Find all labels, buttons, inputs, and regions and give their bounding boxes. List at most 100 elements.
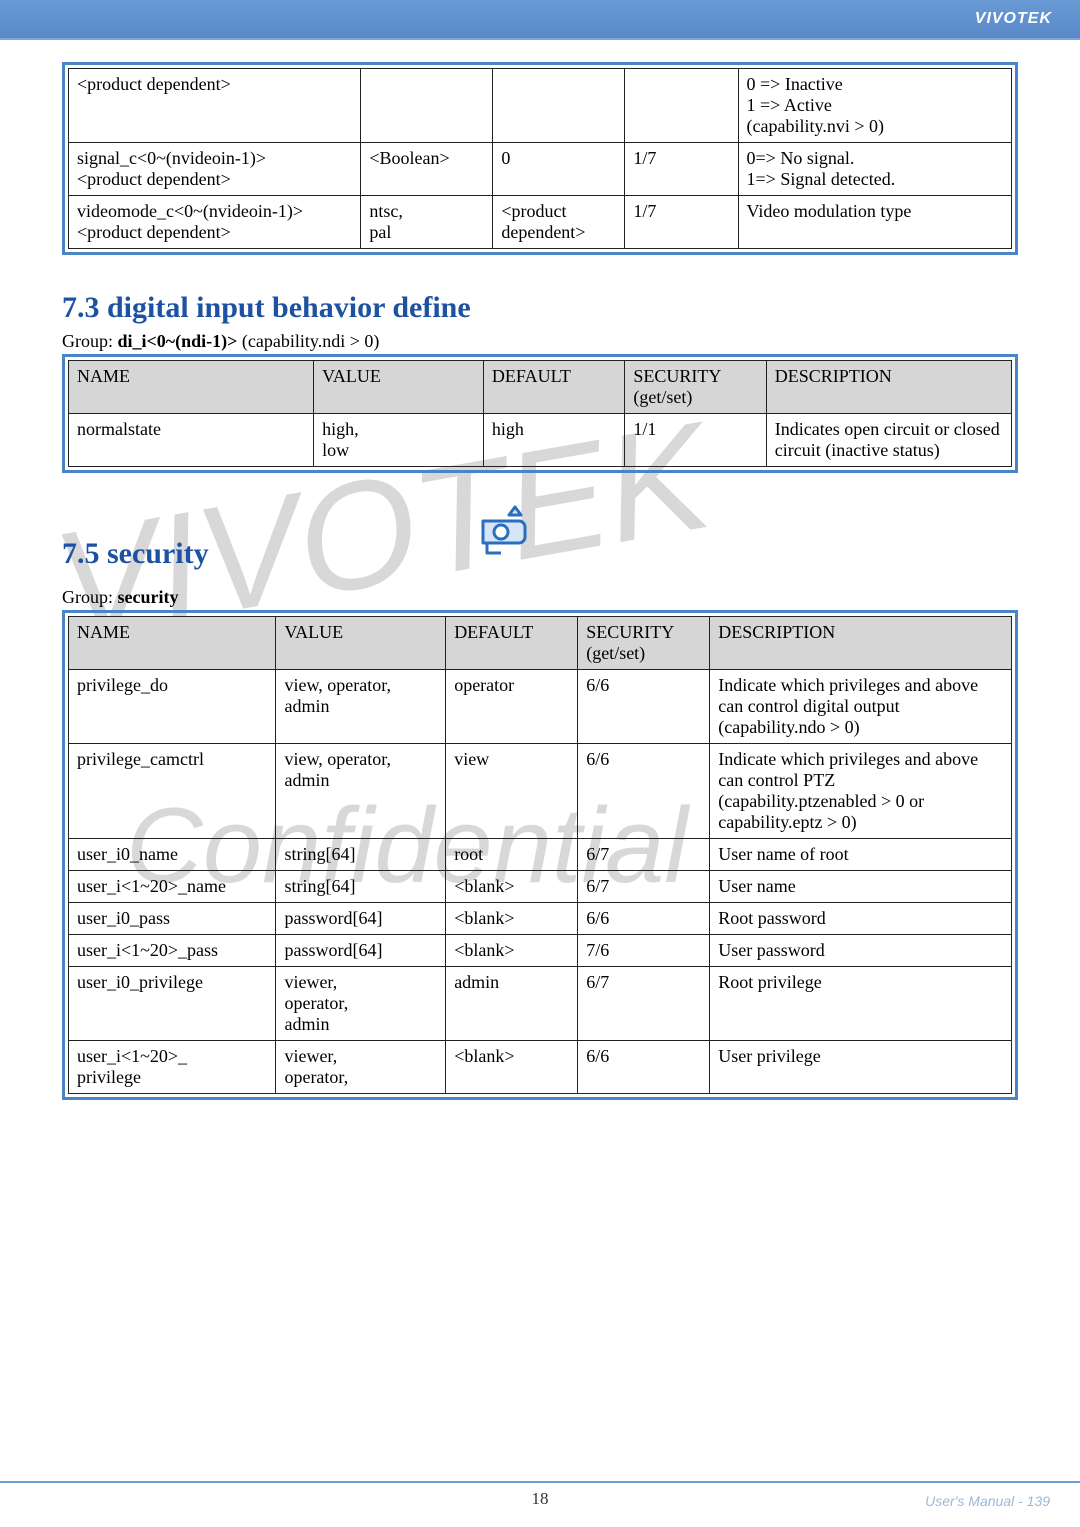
cell <box>493 69 625 143</box>
footer: 18 User's Manual - 139 <box>0 1481 1080 1521</box>
cell: <blank> <box>446 871 578 903</box>
page: VIVOTEK VIVOTEK Confidential <product de… <box>0 0 1080 1527</box>
section-7-5-title: 7.5 security <box>62 537 209 571</box>
table-row: normalstate high, low high 1/1 Indicates… <box>69 414 1012 467</box>
cell: 0 => Inactive 1 => Active (capability.nv… <box>738 69 1011 143</box>
cell: 6/7 <box>578 871 710 903</box>
col-name: NAME <box>69 361 314 414</box>
table-row: user_i0_name string[64] root 6/7 User na… <box>69 839 1012 871</box>
cell: 0 <box>493 143 625 196</box>
cell: operator <box>446 670 578 744</box>
col-security: SECURITY (get/set) <box>578 617 710 670</box>
cell: <blank> <box>446 1041 578 1094</box>
group-name: di_i<0~(ndi-1)> <box>118 331 238 351</box>
cell: normalstate <box>69 414 314 467</box>
table-header-row: NAME VALUE DEFAULT SECURITY (get/set) DE… <box>69 361 1012 414</box>
table-row: user_i0_pass password[64] <blank> 6/6 Ro… <box>69 903 1012 935</box>
cell: string[64] <box>276 871 446 903</box>
cell: view, operator, admin <box>276 670 446 744</box>
cell: privilege_do <box>69 670 276 744</box>
cell: 6/6 <box>578 670 710 744</box>
col-value: VALUE <box>276 617 446 670</box>
manual-page-ref: User's Manual - 139 <box>925 1493 1050 1509</box>
cell: User privilege <box>710 1041 1012 1094</box>
cell: admin <box>446 967 578 1041</box>
table2: NAME VALUE DEFAULT SECURITY (get/set) DE… <box>68 360 1012 467</box>
cell: password[64] <box>276 903 446 935</box>
cell: viewer, operator, <box>276 1041 446 1094</box>
cell: root <box>446 839 578 871</box>
cell: User name of root <box>710 839 1012 871</box>
group-name: security <box>118 587 179 607</box>
table1: <product dependent> 0 => Inactive 1 => A… <box>68 68 1012 249</box>
table2-frame: NAME VALUE DEFAULT SECURITY (get/set) DE… <box>62 354 1018 473</box>
cell: <product dependent> <box>69 69 361 143</box>
cell: User name <box>710 871 1012 903</box>
table-row: <product dependent> 0 => Inactive 1 => A… <box>69 69 1012 143</box>
col-security: SECURITY (get/set) <box>625 361 766 414</box>
camera-icon <box>473 501 539 572</box>
cell: user_i0_privilege <box>69 967 276 1041</box>
col-desc: DESCRIPTION <box>766 361 1011 414</box>
cell: User password <box>710 935 1012 967</box>
cell: ntsc, pal <box>361 196 493 249</box>
cell: view, operator, admin <box>276 744 446 839</box>
table-header-row: NAME VALUE DEFAULT SECURITY (get/set) DE… <box>69 617 1012 670</box>
cell: string[64] <box>276 839 446 871</box>
table3: NAME VALUE DEFAULT SECURITY (get/set) DE… <box>68 616 1012 1094</box>
col-name: NAME <box>69 617 276 670</box>
table-row: privilege_do view, operator, admin opera… <box>69 670 1012 744</box>
page-number: 18 <box>0 1489 1080 1509</box>
cell: signal_c<0~(nvideoin-1)> <product depend… <box>69 143 361 196</box>
cell: 6/7 <box>578 967 710 1041</box>
cell: 1/7 <box>625 143 738 196</box>
cell: user_i0_name <box>69 839 276 871</box>
cell: 6/6 <box>578 1041 710 1094</box>
cell: Root privilege <box>710 967 1012 1041</box>
cell: Indicate which privileges and above can … <box>710 670 1012 744</box>
cell: high, low <box>314 414 484 467</box>
cell: <Boolean> <box>361 143 493 196</box>
cell: privilege_camctrl <box>69 744 276 839</box>
cell: 7/6 <box>578 935 710 967</box>
cell: 6/6 <box>578 903 710 935</box>
table-row: videomode_c<0~(nvideoin-1)> <product dep… <box>69 196 1012 249</box>
section-7-5-group: Group: security <box>62 587 1018 608</box>
table-row: user_i<1~20>_pass password[64] <blank> 7… <box>69 935 1012 967</box>
cell: <product dependent> <box>493 196 625 249</box>
cell <box>361 69 493 143</box>
cell: 1/7 <box>625 196 738 249</box>
cell: Indicate which privileges and above can … <box>710 744 1012 839</box>
cell: user_i<1~20>_name <box>69 871 276 903</box>
content: VIVOTEK Confidential <product dependent>… <box>0 40 1080 1100</box>
cell: user_i0_pass <box>69 903 276 935</box>
cell: <blank> <box>446 935 578 967</box>
cell: <blank> <box>446 903 578 935</box>
header-bar: VIVOTEK <box>0 0 1080 40</box>
col-default: DEFAULT <box>446 617 578 670</box>
brand-text: VIVOTEK <box>975 0 1080 28</box>
cell: user_i<1~20>_pass <box>69 935 276 967</box>
cell: 1/1 <box>625 414 766 467</box>
cell <box>625 69 738 143</box>
section-7-3-title: 7.3 digital input behavior define <box>62 291 1018 325</box>
cell: 6/7 <box>578 839 710 871</box>
table-row: user_i0_privilege viewer, operator, admi… <box>69 967 1012 1041</box>
cell: Root password <box>710 903 1012 935</box>
table1-frame: <product dependent> 0 => Inactive 1 => A… <box>62 62 1018 255</box>
cell: Indicates open circuit or closed circuit… <box>766 414 1011 467</box>
cell: password[64] <box>276 935 446 967</box>
table-row: privilege_camctrl view, operator, admin … <box>69 744 1012 839</box>
cell: viewer, operator, admin <box>276 967 446 1041</box>
cell: 0=> No signal. 1=> Signal detected. <box>738 143 1011 196</box>
table3-frame: NAME VALUE DEFAULT SECURITY (get/set) DE… <box>62 610 1018 1100</box>
col-default: DEFAULT <box>483 361 624 414</box>
table-row: signal_c<0~(nvideoin-1)> <product depend… <box>69 143 1012 196</box>
col-desc: DESCRIPTION <box>710 617 1012 670</box>
cell: user_i<1~20>_ privilege <box>69 1041 276 1094</box>
cell: Video modulation type <box>738 196 1011 249</box>
table-row: user_i<1~20>_name string[64] <blank> 6/7… <box>69 871 1012 903</box>
group-prefix: Group: <box>62 587 118 607</box>
group-suffix: (capability.ndi > 0) <box>237 331 379 351</box>
group-prefix: Group: <box>62 331 118 351</box>
